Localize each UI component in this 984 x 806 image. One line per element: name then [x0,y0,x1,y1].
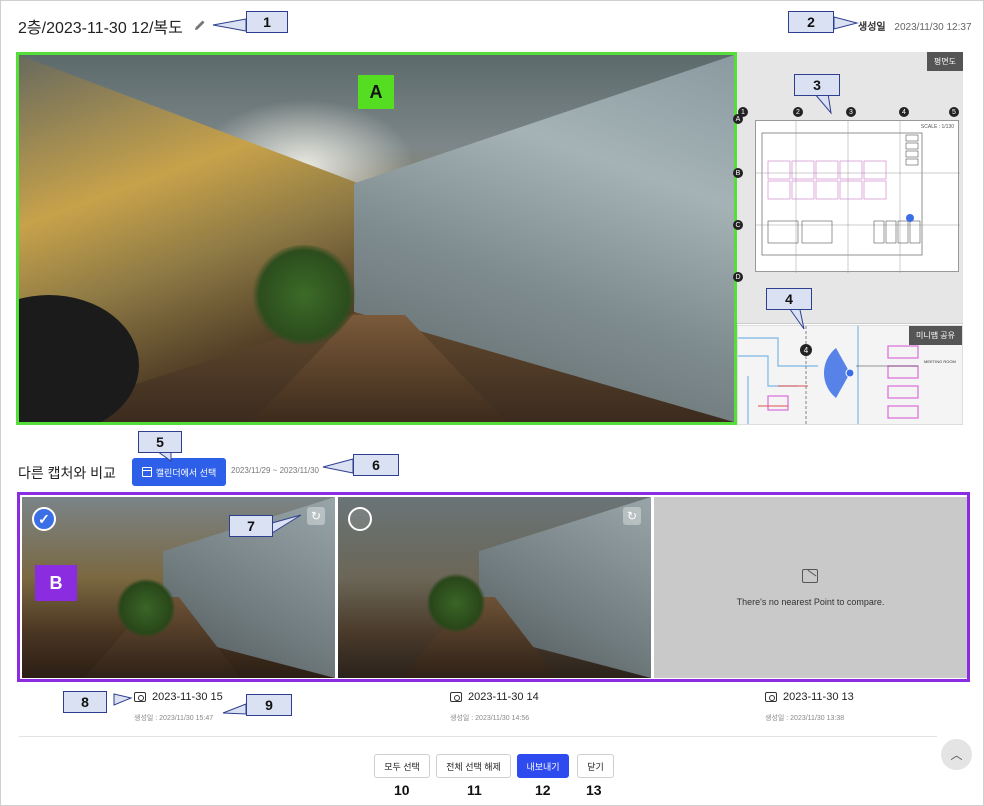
minimap-marker: 4 [800,344,812,356]
grid-number: 2 [793,107,803,117]
capture-title-text: 2023-11-30 13 [783,691,854,703]
created-label: 생성일 [858,22,886,33]
selected-check-icon[interactable]: ✓ [32,507,56,531]
rotate-360-icon[interactable]: ↻ [623,507,641,525]
plan-scale: SCALE : 1/130 [920,124,954,130]
compare-thumbnail[interactable]: ↻ [338,497,651,678]
close-button[interactable]: 닫기 [577,754,614,778]
label-b: B [35,565,77,601]
capture-title-text: 2023-11-30 15 [152,691,223,703]
capture-title: 2023-11-30 14 [450,691,539,703]
number-12: 12 [535,782,551,798]
select-all-button[interactable]: 모두 선택 [374,754,430,778]
grid-letter: A [733,114,743,124]
callout-1: 1 [246,11,288,33]
number-13: 13 [586,782,602,798]
no-image-icon [802,569,818,583]
divider [19,736,937,737]
capture-created: 생성일 : 2023/11/30 14:56 [450,715,530,722]
rotate-360-icon[interactable]: ↻ [307,507,325,525]
camera-icon [134,692,146,702]
export-button[interactable]: 내보내기 [517,754,569,778]
callout-4: 4 [766,288,812,310]
page-title: 2층/2023-11-30 12/복도 [18,20,183,37]
grid-number: 5 [949,107,959,117]
grid-letter: B [733,168,743,178]
calendar-icon [141,467,152,477]
pano-plant [249,245,359,345]
date-range: 2023/11/29 ~ 2023/11/30 [231,466,320,475]
compare-label: 다른 캡처와 비교 [18,465,116,481]
chevron-up-icon: ︿ [950,748,963,762]
capture-created: 생성일 : 2023/11/30 15:47 [134,715,214,722]
created-value: 2023/11/30 12:37 [894,22,972,33]
minimap-room-label: MEETING ROOM [924,359,956,364]
calendar-select-button[interactable]: 캘린더에서 선택 [132,458,226,486]
compare-panel: ✓ ↻ ↻ There's no nearest Point to compar… [17,492,970,682]
floor-plan-tag[interactable]: 평면도 [926,52,963,71]
grid-letter: C [733,220,743,230]
callout-8: 8 [63,691,107,713]
export-dialog: 2층/2023-11-30 12/복도 생성일 2023/11/30 12:37… [0,0,984,806]
grid-letter: D [733,272,743,282]
unselected-radio-icon[interactable] [348,507,372,531]
callout-6: 6 [353,454,399,476]
capture-title: 2023-11-30 13 [765,691,854,703]
callout-3: 3 [794,74,840,96]
capture-title-text: 2023-11-30 14 [468,691,539,703]
floor-plan-drawing: SCALE : 1/130 [755,120,960,273]
created-date: 생성일 2023/11/30 12:37 [858,18,972,33]
edit-pencil-icon[interactable] [193,18,207,32]
callout-7: 7 [229,515,273,537]
grid-number: 4 [899,107,909,117]
minimap-tag[interactable]: 미니맵 공유 [908,326,962,345]
number-11: 11 [467,782,482,798]
thumb-plant [425,573,486,634]
capture-title: 2023-11-30 15 [134,691,223,703]
label-a: A [358,75,394,109]
callout-2: 2 [788,11,834,33]
number-10: 10 [394,782,410,798]
grid-number: 3 [846,107,856,117]
calendar-button-label: 캘린더에서 선택 [155,467,217,478]
camera-icon [450,692,462,702]
callout-5: 5 [138,431,182,453]
camera-icon [765,692,777,702]
minimap-panel[interactable]: 4 MEETING ROOM 미니맵 공유 [737,325,963,425]
scroll-up-button[interactable]: ︿ [941,739,972,770]
callout-9: 9 [246,694,292,716]
deselect-all-button[interactable]: 전체 선택 해제 [436,754,511,778]
floor-plan-panel[interactable]: 평면도 1 2 3 4 5 A B C D SCALE : 1/130 [733,52,963,324]
plan-lines [756,121,960,273]
thumb-plant [115,578,176,639]
empty-compare-slot: There's no nearest Point to compare. [654,497,967,678]
capture-created: 생성일 : 2023/11/30 13:38 [765,715,845,722]
no-compare-message: There's no nearest Point to compare. [736,597,885,607]
